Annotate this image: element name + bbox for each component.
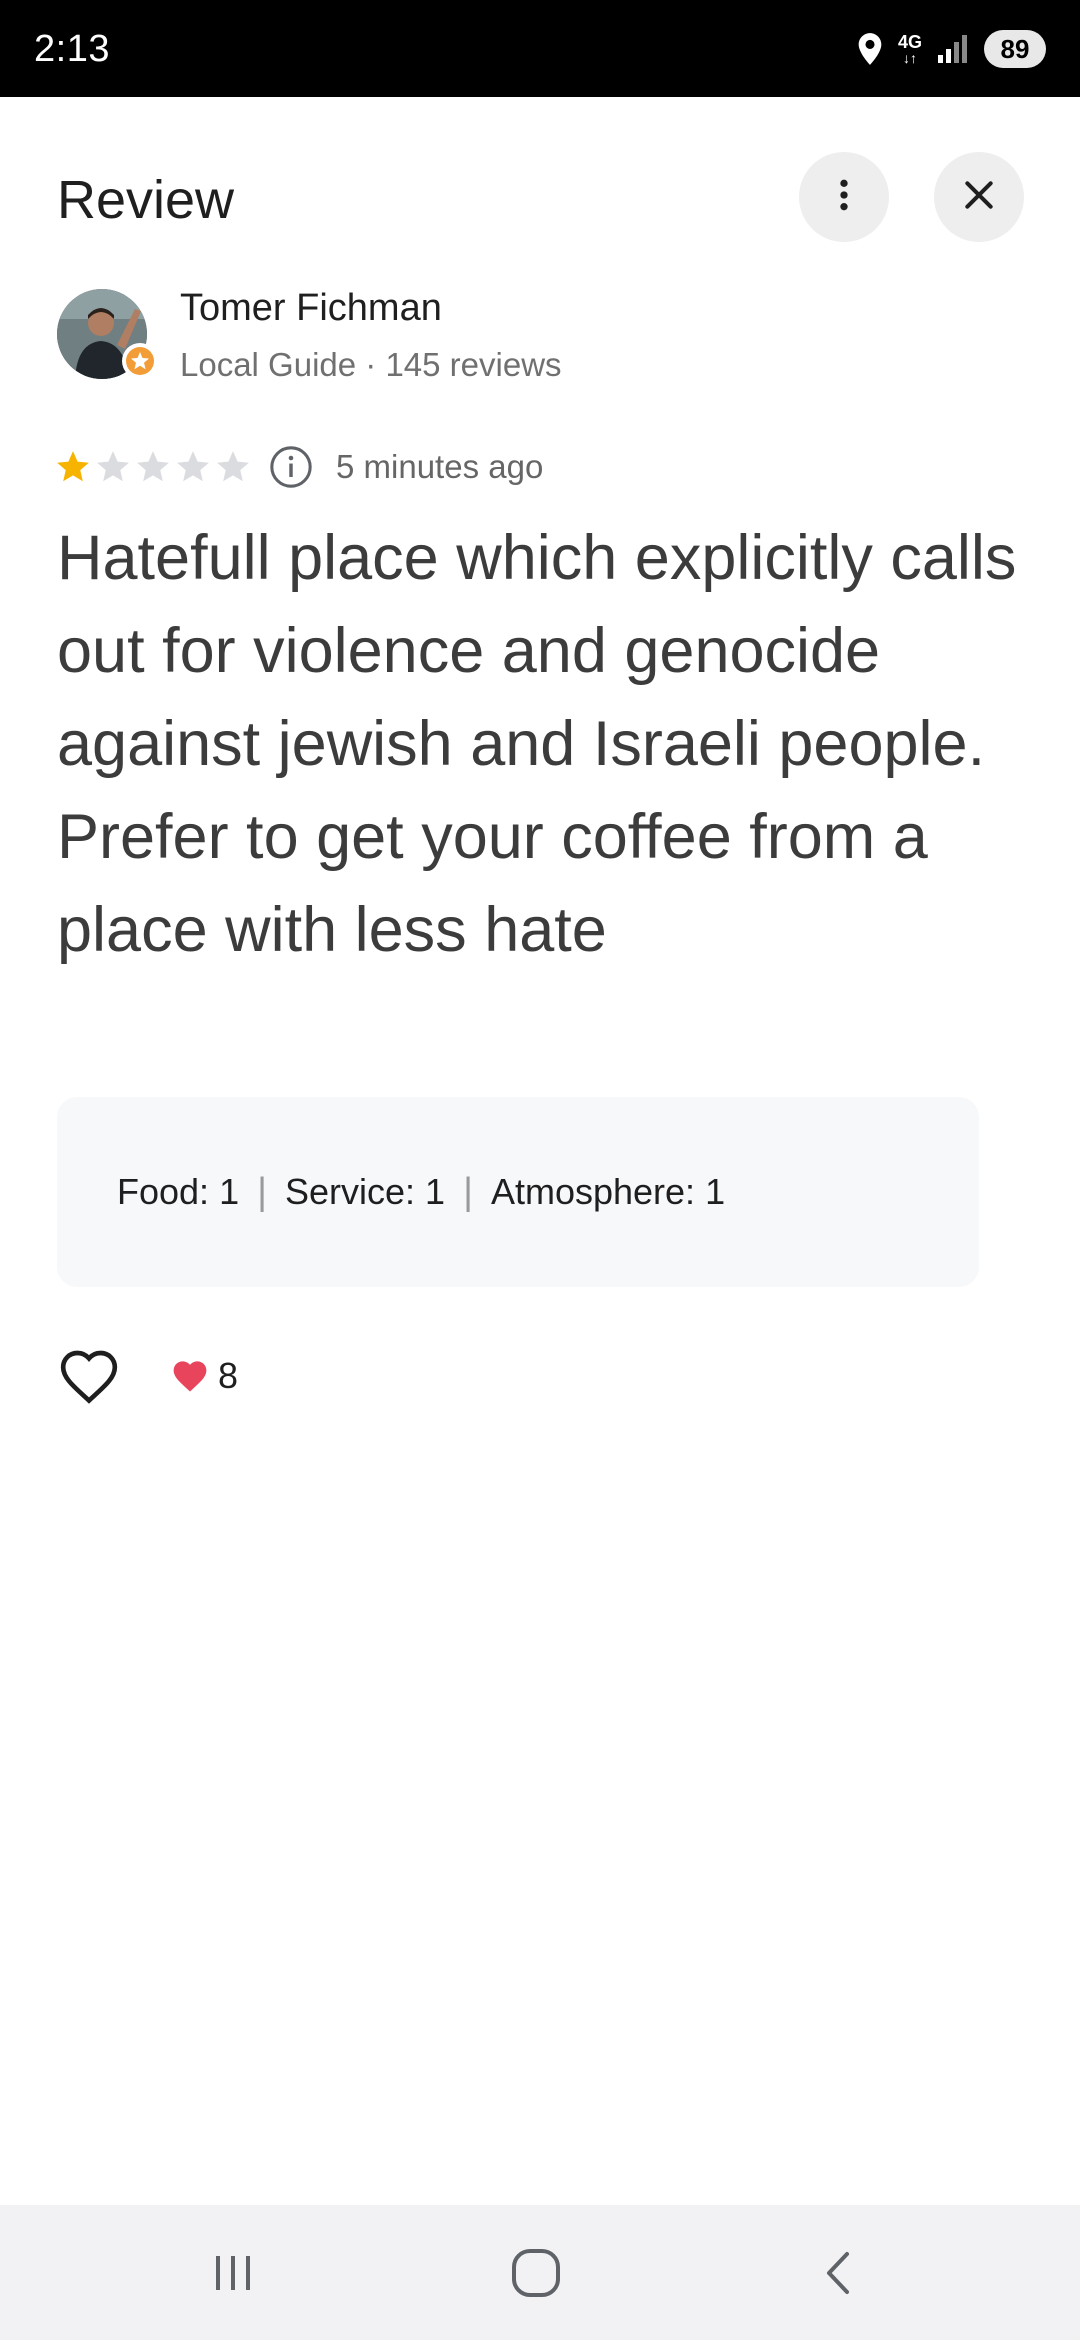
battery-indicator: 89 [984, 30, 1046, 68]
home-icon [512, 2248, 560, 2297]
back-button[interactable] [770, 2205, 910, 2340]
status-icons: 4G ↓↑ 89 [856, 26, 1046, 72]
review-text: Hatefull place which explicitly calls ou… [57, 523, 1017, 965]
network-type-label: 4G [897, 32, 922, 52]
recent-apps-button[interactable] [163, 2205, 303, 2340]
attribute-atmosphere: Atmosphere: 1 [491, 1171, 725, 1213]
back-icon [827, 2251, 849, 2294]
like-count: 8 [218, 1355, 239, 1396]
close-icon [959, 175, 999, 220]
home-button[interactable] [466, 2205, 606, 2340]
heart-outline-icon [60, 1350, 118, 1404]
review-time: 5 minutes ago [336, 448, 544, 485]
star-empty-icon [217, 451, 249, 482]
star-empty-icon [177, 451, 209, 482]
attribute-ratings-row: Food: 1 | Service: 1 | Atmosphere: 1 [117, 1097, 725, 1287]
status-time: 2:13 [34, 28, 110, 70]
heart-filled-icon [173, 1361, 207, 1392]
reviewer-name[interactable]: Tomer Fichman [180, 287, 442, 330]
close-button[interactable] [934, 152, 1024, 242]
recent-apps-icon [216, 2255, 250, 2290]
attribute-value: 1 [705, 1171, 726, 1212]
rating-row: 5 minutes ago [54, 442, 543, 492]
network-4g-icon: 4G ↓↑ [897, 32, 922, 66]
location-icon [856, 32, 884, 66]
attribute-label: Food: [117, 1171, 210, 1212]
star-filled-icon [57, 451, 89, 482]
attribute-separator: | [463, 1170, 473, 1213]
info-icon[interactable] [268, 444, 314, 490]
attribute-value: 1 [219, 1171, 240, 1212]
attribute-ratings-box: Food: 1 | Service: 1 | Atmosphere: 1 [57, 1097, 979, 1287]
like-count-group: 8 [170, 1353, 238, 1399]
attribute-value: 1 [425, 1171, 446, 1212]
attribute-service: Service: 1 [285, 1171, 445, 1213]
reviewer-meta: Local Guide · 145 reviews [180, 346, 562, 383]
star-empty-icon [137, 451, 169, 482]
more-vert-icon [824, 175, 864, 220]
system-nav-bar [0, 2205, 1080, 2340]
signal-icon [936, 33, 970, 65]
attribute-separator: | [257, 1170, 267, 1213]
review-sheet: Review Tomer Fichman Local Guide · 145 r… [0, 97, 1080, 2205]
more-options-button[interactable] [799, 152, 889, 242]
status-bar: 2:13 4G ↓↑ 89 [0, 0, 1080, 97]
star-rating [54, 448, 254, 486]
page-title: Review [57, 170, 235, 230]
attribute-label: Atmosphere: [490, 1171, 696, 1212]
attribute-food: Food: 1 [117, 1171, 239, 1213]
attribute-label: Service: [284, 1171, 416, 1212]
local-guide-badge-icon [122, 343, 158, 379]
star-empty-icon [97, 451, 129, 482]
like-button[interactable] [55, 1342, 123, 1410]
